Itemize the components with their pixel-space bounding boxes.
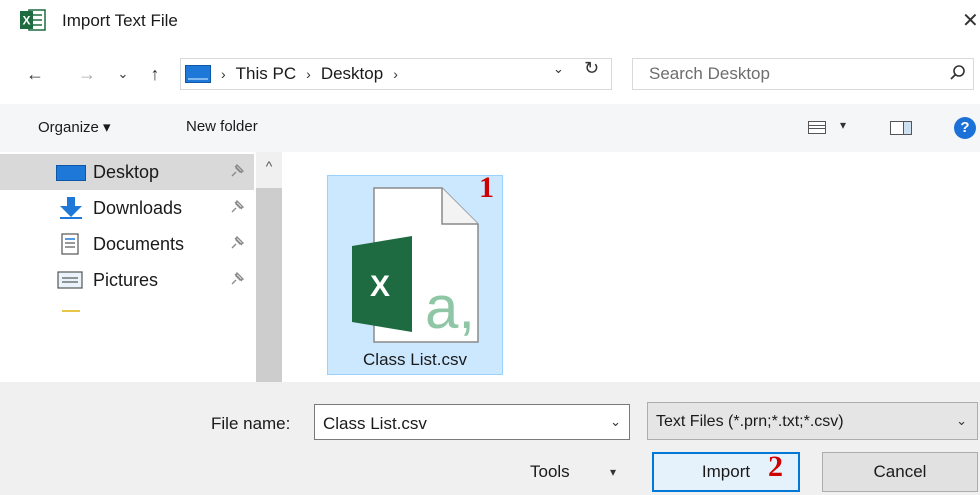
new-folder-button[interactable]: New folder — [186, 118, 258, 135]
sidebar-item-desktop[interactable]: Desktop — [0, 154, 254, 190]
dialog-footer: File name: Class List.csv ⌄ Text Files (… — [0, 382, 980, 495]
file-name-label: Class List.csv — [363, 350, 467, 369]
close-icon[interactable]: ✕ — [962, 8, 979, 33]
command-toolbar: Organize ▾ New folder ▾ ? — [0, 104, 980, 152]
file-item[interactable]: X a, Class List.csv — [327, 175, 503, 375]
cancel-button-label: Cancel — [873, 462, 927, 481]
partially-visible-item-icon — [62, 310, 80, 312]
pictures-icon — [56, 271, 86, 294]
search-box[interactable] — [632, 58, 974, 90]
pin-icon[interactable] — [230, 271, 245, 289]
window-title: Import Text File — [62, 11, 178, 30]
pin-icon[interactable] — [230, 163, 245, 181]
chevron-down-icon: ⌄ — [117, 66, 129, 81]
excel-app-icon: X — [20, 9, 46, 31]
breadcrumb-separator-icon[interactable]: › — [221, 66, 226, 82]
back-arrow-icon: ← — [26, 63, 44, 84]
scroll-up-icon[interactable]: ^ — [256, 152, 282, 182]
forward-arrow-icon: → — [78, 63, 96, 84]
navigation-bar: ← → ⌄ ↑ › This PC › Desktop › ⌄ ↻ — [0, 56, 980, 92]
breadcrumb-desktop[interactable]: Desktop — [321, 64, 383, 84]
svg-text:a,: a, — [425, 274, 475, 341]
step-1-annotation: 1 — [479, 171, 494, 204]
this-pc-icon — [185, 65, 211, 83]
pin-icon[interactable] — [230, 235, 245, 253]
navigation-pane: Desktop Downloads Documents Pictures — [0, 152, 256, 382]
desktop-icon — [56, 165, 86, 181]
help-icon[interactable]: ? — [954, 117, 976, 139]
refresh-icon[interactable]: ↻ — [584, 58, 599, 79]
file-name-field-label: File name: — [211, 414, 291, 433]
tools-dropdown-icon[interactable]: ▾ — [610, 465, 616, 479]
address-bar[interactable]: › This PC › Desktop › — [180, 58, 612, 90]
file-type-value[interactable]: Text Files (*.prn;*.txt;*.csv) — [656, 413, 844, 431]
search-input[interactable] — [649, 59, 939, 89]
breadcrumb-separator-icon[interactable]: › — [393, 66, 398, 82]
breadcrumb-separator-icon[interactable]: › — [306, 66, 311, 82]
pin-icon[interactable] — [230, 199, 245, 217]
sidebar-item-label: Downloads — [93, 197, 183, 218]
sidebar-item-pictures[interactable]: Pictures — [0, 262, 254, 298]
organize-button[interactable]: Organize ▾ — [38, 118, 111, 136]
breadcrumb-this-pc[interactable]: This PC — [236, 64, 296, 84]
file-name-value[interactable]: Class List.csv — [323, 414, 427, 434]
tools-menu-button[interactable]: Tools — [530, 462, 570, 482]
svg-text:X: X — [22, 14, 30, 28]
import-button-label: Import — [701, 462, 751, 481]
downloads-icon — [56, 196, 86, 225]
preview-pane-icon[interactable] — [890, 121, 912, 135]
sidebar-item-documents[interactable]: Documents — [0, 226, 254, 262]
scrollbar-thumb[interactable] — [256, 188, 282, 382]
search-icon[interactable] — [949, 64, 967, 82]
sidebar-item-label: Desktop — [93, 161, 160, 182]
address-dropdown-icon[interactable]: ⌄ — [553, 61, 564, 77]
back-button[interactable]: ← — [24, 56, 46, 92]
up-button[interactable]: ↑ — [144, 56, 166, 92]
file-type-select[interactable]: Text Files (*.prn;*.txt;*.csv) ⌄ — [647, 402, 978, 440]
cancel-button[interactable]: Cancel — [822, 452, 978, 492]
chevron-down-icon[interactable]: ⌄ — [610, 414, 621, 430]
change-view-icon[interactable] — [808, 121, 826, 134]
svg-text:X: X — [370, 270, 390, 303]
recent-locations-button[interactable]: ⌄ — [114, 56, 132, 92]
chevron-down-icon[interactable]: ⌄ — [956, 413, 967, 429]
documents-icon — [56, 233, 86, 260]
sidebar-item-label: Documents — [93, 233, 185, 254]
forward-button[interactable]: → — [76, 56, 98, 92]
up-arrow-icon: ↑ — [150, 63, 160, 84]
sidebar-item-downloads[interactable]: Downloads — [0, 190, 254, 226]
sidebar-item-label: Pictures — [93, 269, 159, 290]
title-bar: X Import Text File ✕ — [0, 0, 980, 42]
step-2-annotation: 2 — [768, 450, 783, 483]
excel-csv-file-icon: X a, — [352, 187, 479, 343]
file-name-field[interactable]: Class List.csv ⌄ — [314, 404, 630, 440]
view-options-dropdown-icon[interactable]: ▾ — [840, 118, 846, 132]
